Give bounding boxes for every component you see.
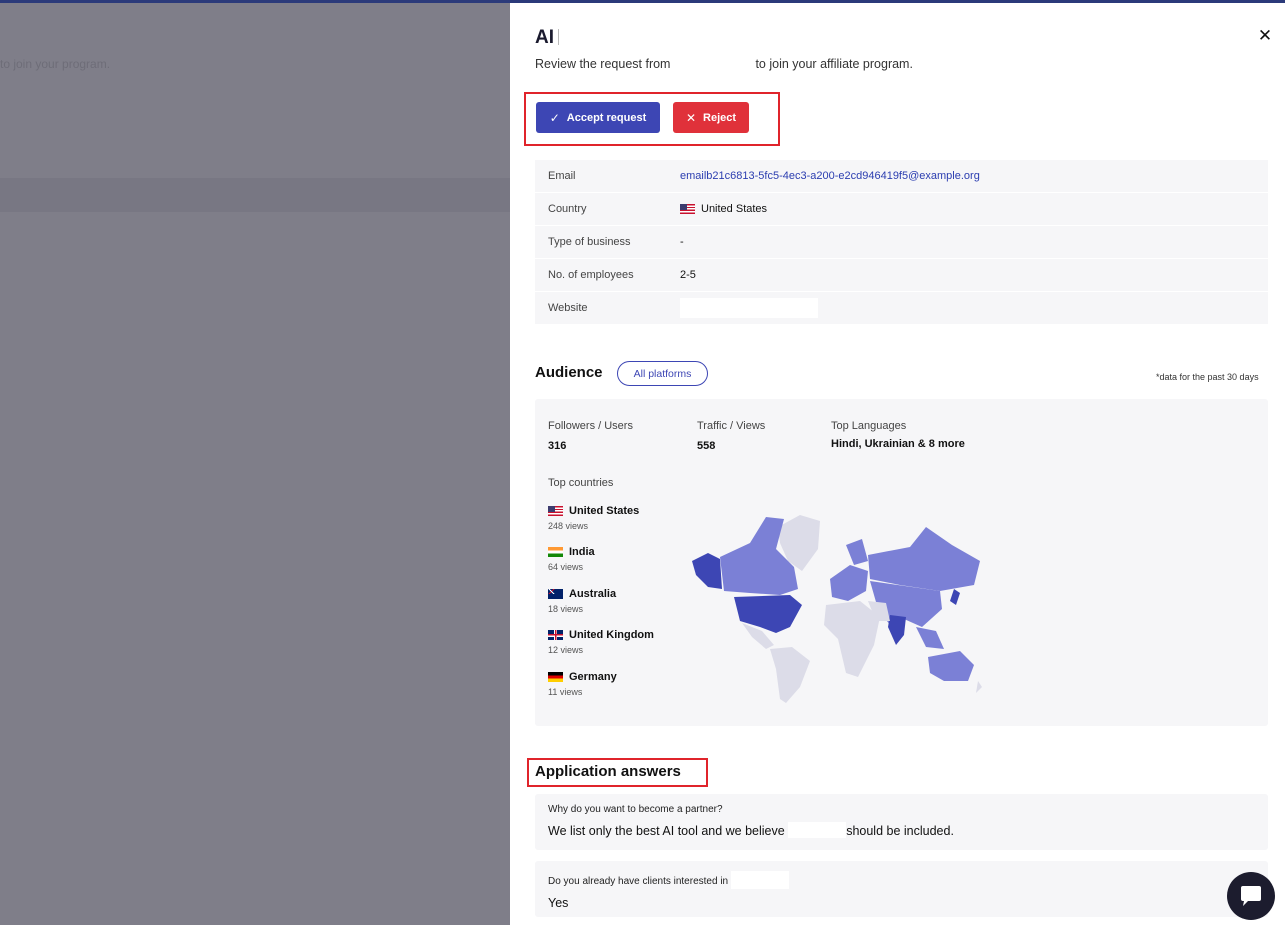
top-countries-label: Top countries bbox=[548, 477, 614, 489]
us-flag-icon bbox=[680, 204, 695, 214]
map-europe bbox=[830, 565, 868, 601]
world-map bbox=[692, 515, 982, 703]
check-icon: ✓ bbox=[549, 110, 560, 125]
country-item: United States 248 views bbox=[548, 505, 640, 531]
info-row-email: Email emailb21c6813-5fc5-4ec3-a200-e2cd9… bbox=[535, 160, 1268, 192]
top-accent-line bbox=[0, 0, 510, 3]
map-alaska bbox=[692, 553, 722, 589]
data-period-note: *data for the past 30 days bbox=[1156, 372, 1259, 382]
in-flag-icon bbox=[548, 547, 563, 557]
info-value: United States bbox=[680, 203, 767, 215]
map-japan bbox=[950, 589, 960, 605]
map-south-america bbox=[770, 647, 810, 703]
info-key: Website bbox=[548, 302, 588, 314]
info-value: - bbox=[680, 236, 684, 248]
platform-filter-button[interactable]: All platforms bbox=[617, 361, 708, 386]
answer-text: We list only the best AI tool and we bel… bbox=[548, 822, 954, 838]
background-row bbox=[0, 178, 510, 212]
info-value: 2-5 bbox=[680, 269, 696, 281]
info-key: Type of business bbox=[548, 236, 631, 248]
info-key: Country bbox=[548, 203, 587, 215]
redacted-name bbox=[673, 56, 752, 68]
close-icon[interactable]: ✕ bbox=[1256, 27, 1274, 45]
us-flag-icon bbox=[548, 506, 563, 516]
answer-card: Do you already have clients interested i… bbox=[535, 861, 1268, 917]
country-item: India 64 views bbox=[548, 546, 595, 572]
info-row-employees: No. of employees 2-5 bbox=[535, 259, 1268, 291]
website-link[interactable] bbox=[680, 298, 818, 318]
affiliate-request-drawer: AI Review the request from to join your … bbox=[510, 0, 1285, 925]
metric-languages: Top Languages Hindi, Ukrainian & 8 more bbox=[831, 420, 965, 450]
background-text: to join your program. bbox=[0, 57, 111, 71]
close-x-icon: ✕ bbox=[685, 110, 697, 125]
map-australia bbox=[928, 651, 974, 681]
map-scandinavia bbox=[846, 539, 868, 565]
chat-support-button[interactable] bbox=[1227, 872, 1275, 920]
info-row-business-type: Type of business - bbox=[535, 226, 1268, 258]
metric-traffic: Traffic / Views 558 bbox=[697, 420, 766, 452]
reject-button[interactable]: ✕ Reject bbox=[673, 102, 749, 133]
page-backdrop[interactable]: to join your program. bbox=[0, 0, 510, 925]
country-item: United Kingdom 12 views bbox=[548, 629, 654, 655]
map-russia bbox=[868, 527, 980, 591]
info-row-country: Country United States bbox=[535, 193, 1268, 225]
drawer-subtitle: Review the request from to join your aff… bbox=[535, 56, 913, 71]
info-row-website: Website bbox=[535, 292, 1268, 324]
info-key: No. of employees bbox=[548, 269, 634, 281]
map-africa bbox=[824, 601, 880, 677]
info-key: Email bbox=[548, 170, 576, 182]
answer-question: Do you already have clients interested i… bbox=[548, 871, 1255, 889]
metric-followers: Followers / Users 316 bbox=[548, 420, 633, 452]
uk-flag-icon bbox=[548, 630, 563, 640]
partner-info-table: Email emailb21c6813-5fc5-4ec3-a200-e2cd9… bbox=[535, 160, 1268, 325]
audience-heading: Audience bbox=[535, 364, 603, 381]
de-flag-icon bbox=[548, 672, 563, 682]
answer-card: Why do you want to become a partner? We … bbox=[535, 794, 1268, 850]
map-new-zealand bbox=[976, 681, 982, 693]
map-usa bbox=[734, 595, 802, 633]
audience-panel: Followers / Users 316 Traffic / Views 55… bbox=[535, 399, 1268, 726]
country-item: Germany 11 views bbox=[548, 671, 617, 697]
map-india bbox=[888, 615, 906, 645]
au-flag-icon bbox=[548, 589, 563, 599]
chat-icon bbox=[1241, 886, 1261, 906]
map-se-asia bbox=[916, 627, 944, 649]
drawer-title: AI bbox=[535, 27, 559, 49]
answer-question: Why do you want to become a partner? bbox=[548, 804, 723, 815]
country-item: Australia 18 views bbox=[548, 588, 617, 614]
answer-text: Yes bbox=[548, 896, 569, 910]
email-link[interactable]: emailb21c6813-5fc5-4ec3-a200-e2cd946419f… bbox=[680, 170, 980, 182]
application-answers-heading: Application answers bbox=[535, 763, 681, 780]
accept-request-button[interactable]: ✓ Accept request bbox=[536, 102, 660, 133]
